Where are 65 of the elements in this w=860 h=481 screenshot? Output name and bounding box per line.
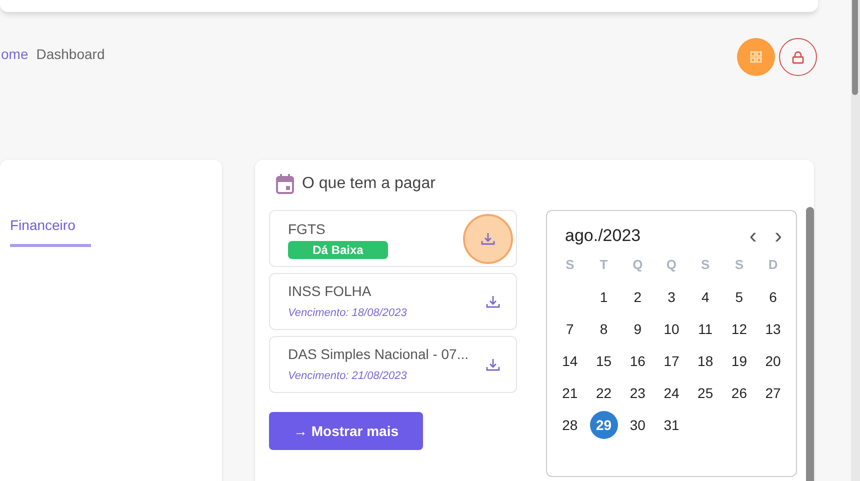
- calendar-day[interactable]: 12: [725, 315, 754, 343]
- download-button[interactable]: [463, 214, 513, 264]
- calendar-day[interactable]: 2: [624, 283, 652, 311]
- calendar-day[interactable]: 17: [657, 347, 686, 375]
- calendar-day[interactable]: 22: [590, 379, 618, 407]
- due-date: Vencimento: 21/08/2023: [288, 369, 408, 384]
- calendar-day[interactable]: 30: [624, 411, 652, 439]
- weekday-label: S: [700, 256, 711, 274]
- weekday-label: T: [598, 256, 609, 274]
- calendar-day[interactable]: 25: [691, 379, 720, 407]
- breadcrumb-link[interactable]: ome: [1, 44, 28, 65]
- item-name: INSS FOLHA: [288, 282, 372, 302]
- calendar-day[interactable]: 5: [725, 283, 754, 311]
- lock-icon: [792, 50, 804, 64]
- weekday-label: D: [767, 256, 779, 274]
- calendar-day[interactable]: 10: [657, 315, 686, 343]
- payment-item[interactable]: FGTS Dá Baixa: [269, 210, 517, 267]
- calendar-day[interactable]: 7: [556, 315, 584, 343]
- tab[interactable]: Financeiro: [10, 215, 92, 247]
- calendar-day[interactable]: 29: [590, 411, 618, 439]
- calendar-day[interactable]: 16: [624, 347, 652, 375]
- next-month-button[interactable]: ›: [774, 224, 782, 247]
- status-badge: Dá Baixa: [288, 240, 388, 258]
- lock-button[interactable]: [779, 38, 817, 76]
- scrollbar-thumb[interactable]: [852, 0, 858, 95]
- panel-title: O que tem a pagar: [302, 174, 436, 194]
- calendar-day[interactable]: 20: [759, 347, 788, 375]
- weekday-label: S: [564, 256, 576, 274]
- apps-button[interactable]: [737, 38, 775, 76]
- weekday-label: Q: [665, 256, 678, 274]
- due-date: Vencimento: 18/08/2023: [288, 306, 407, 322]
- calendar-day[interactable]: 4: [691, 283, 720, 311]
- download-icon: [486, 358, 500, 371]
- weekday-label: S: [734, 256, 745, 274]
- calendar-day[interactable]: 24: [657, 379, 686, 407]
- item-name: FGTS: [288, 220, 326, 238]
- breadcrumb-current: Dashboard: [36, 45, 105, 64]
- calendar-day[interactable]: 19: [725, 347, 754, 375]
- payment-item[interactable]: DAS Simples Nacional - 07... Vencimento: 21/08/2023: [269, 336, 517, 393]
- calendar-day[interactable]: 13: [759, 315, 788, 343]
- grid-icon: [750, 51, 762, 63]
- payment-item[interactable]: INSS FOLHA Vencimento: 18/08/2023: [269, 273, 517, 330]
- weekday-label: Q: [632, 256, 644, 274]
- download-icon: [481, 232, 495, 245]
- calendar-day[interactable]: 6: [759, 283, 788, 311]
- calendar-day[interactable]: 23: [624, 379, 652, 407]
- calendar-icon: [276, 174, 294, 194]
- previous-month-button[interactable]: ‹: [749, 224, 757, 247]
- calendar-day[interactable]: 31: [657, 411, 686, 439]
- month-label: ago./2023: [565, 225, 641, 247]
- calendar-day[interactable]: 14: [556, 347, 584, 375]
- calendar-day[interactable]: 8: [590, 315, 618, 343]
- download-icon: [486, 295, 500, 308]
- calendar-day[interactable]: 28: [556, 411, 584, 439]
- show-more-button[interactable]: → Mostrar mais: [269, 412, 423, 450]
- calendar-day[interactable]: 3: [657, 283, 686, 311]
- item-name: DAS Simples Nacional - 07...: [288, 345, 469, 364]
- calendar-day[interactable]: 21: [556, 379, 584, 407]
- calendar-day[interactable]: 27: [759, 379, 788, 407]
- calendar-day[interactable]: 15: [590, 347, 618, 375]
- calendar-day[interactable]: 1: [590, 283, 618, 311]
- calendar-day[interactable]: 26: [725, 379, 754, 407]
- calendar-day[interactable]: 9: [624, 315, 652, 343]
- calendar-day[interactable]: 18: [691, 347, 720, 375]
- calendar-day[interactable]: 11: [691, 315, 720, 343]
